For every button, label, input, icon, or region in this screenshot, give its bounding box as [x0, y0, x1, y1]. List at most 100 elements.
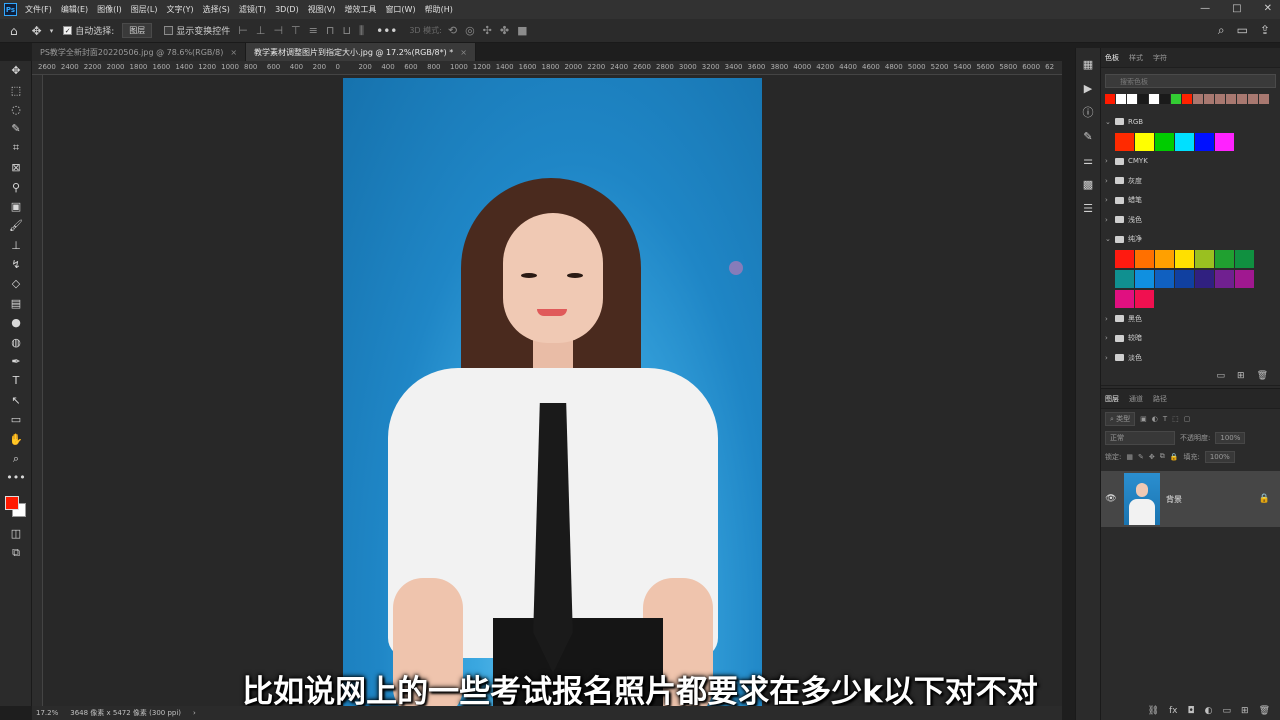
chevron-right-icon[interactable]: ›	[1105, 157, 1111, 165]
lasso-tool-icon[interactable]: ◌	[0, 100, 32, 119]
delete-icon[interactable]: 🗑	[1257, 371, 1268, 381]
swatch[interactable]	[1226, 94, 1236, 104]
swatch[interactable]	[1127, 94, 1137, 104]
workspace-icon[interactable]: ▭	[1237, 23, 1248, 38]
brush-tool-icon[interactable]: 🖌	[0, 216, 32, 235]
color-swatches[interactable]	[0, 488, 32, 524]
chevron-down-icon[interactable]: ▾	[50, 27, 54, 35]
eraser-tool-icon[interactable]: ◇	[0, 274, 32, 293]
swatch[interactable]	[1116, 94, 1126, 104]
new-layer-icon[interactable]: ⊞	[1241, 706, 1249, 716]
filter-shape-icon[interactable]: ⬚	[1172, 415, 1179, 423]
move-tool-icon[interactable]: ✥	[0, 61, 32, 80]
play-icon[interactable]: ▶	[1076, 76, 1100, 100]
status-arrow-icon[interactable]: ›	[193, 709, 196, 717]
healing-brush-icon[interactable]: ▣	[0, 197, 32, 216]
menu-image[interactable]: 图像(I)	[97, 4, 122, 15]
swatch[interactable]	[1115, 132, 1134, 151]
chevron-down-icon[interactable]: ⌄	[1105, 235, 1111, 243]
type-tool-icon[interactable]: T	[0, 371, 32, 390]
swatch[interactable]	[1259, 94, 1269, 104]
history-icon[interactable]: ▦	[1076, 52, 1100, 76]
lock-pixels-icon[interactable]: ▦	[1126, 453, 1133, 461]
swatch[interactable]	[1155, 132, 1174, 151]
menu-filter[interactable]: 滤镜(T)	[239, 4, 266, 15]
chevron-down-icon[interactable]: ⌄	[1105, 118, 1111, 126]
crop-tool-icon[interactable]: ⌗	[0, 139, 32, 158]
swatch[interactable]	[1115, 270, 1134, 288]
slide-icon[interactable]: ✤	[500, 24, 509, 37]
zoom-tool-icon[interactable]: ⌕	[0, 449, 32, 468]
swatch-group-folder[interactable]: › 黑色	[1101, 309, 1280, 329]
swatch[interactable]	[1237, 94, 1247, 104]
dodge-tool-icon[interactable]: ◍	[0, 332, 32, 351]
tab-styles[interactable]: 样式	[1129, 53, 1143, 63]
rectangle-tool-icon[interactable]: ▭	[0, 410, 32, 429]
chevron-right-icon[interactable]: ›	[1105, 177, 1111, 185]
swatch-group-folder[interactable]: › 浅色	[1101, 210, 1280, 230]
swatch[interactable]	[1115, 290, 1134, 308]
roll-icon[interactable]: ◎	[465, 24, 475, 37]
pen-tool-icon[interactable]: ✒	[0, 352, 32, 371]
swatch[interactable]	[1204, 94, 1214, 104]
chevron-right-icon[interactable]: ›	[1105, 315, 1111, 323]
swatch[interactable]	[1235, 250, 1254, 268]
properties-icon[interactable]: ☰	[1076, 196, 1100, 220]
swatch[interactable]	[1135, 250, 1154, 268]
swatch-group-folder[interactable]: ⌄ 纯净	[1101, 230, 1280, 250]
close-button[interactable]: ✕	[1264, 3, 1272, 14]
pan-icon[interactable]: ✣	[483, 24, 492, 37]
lock-artboard-icon[interactable]: ⧉	[1160, 452, 1165, 461]
swatch-group-folder[interactable]: › 蜡笔	[1101, 191, 1280, 211]
hand-tool-icon[interactable]: ✋	[0, 429, 32, 448]
lock-paint-icon[interactable]: ✎	[1138, 453, 1144, 461]
libraries-icon[interactable]: ▩	[1076, 172, 1100, 196]
new-swatch-icon[interactable]: ⊞	[1237, 371, 1245, 381]
swatch[interactable]	[1135, 270, 1154, 288]
swatch[interactable]	[1149, 94, 1159, 104]
swatch[interactable]	[1105, 94, 1115, 104]
swatch[interactable]	[1175, 250, 1194, 268]
info-icon[interactable]: ⓘ	[1076, 100, 1100, 124]
quick-select-tool-icon[interactable]: ✎	[0, 119, 32, 138]
minimize-button[interactable]: —	[1200, 3, 1210, 14]
swatch-group-folder[interactable]: › CMYK	[1101, 152, 1280, 172]
align-center-icon[interactable]: ⊥	[256, 24, 266, 38]
menu-plugins[interactable]: 增效工具	[344, 4, 376, 15]
mask-icon[interactable]: ◘	[1188, 706, 1195, 716]
swatch-search-input[interactable]: 搜索色板	[1105, 74, 1276, 88]
swatch[interactable]	[1215, 250, 1234, 268]
swatch[interactable]	[1171, 94, 1181, 104]
tab-swatches[interactable]: 色板	[1105, 53, 1119, 63]
swatch[interactable]	[1248, 94, 1258, 104]
marquee-tool-icon[interactable]: ⬚	[0, 80, 32, 99]
menu-file[interactable]: 文件(F)	[25, 4, 52, 15]
chevron-right-icon[interactable]: ›	[1105, 196, 1111, 204]
menu-view[interactable]: 视图(V)	[308, 4, 336, 15]
layer-filter-dropdown[interactable]: ⌕ 类型	[1105, 411, 1136, 426]
swatch[interactable]	[1193, 94, 1203, 104]
tab-close-icon[interactable]: ×	[460, 48, 467, 57]
camera-icon[interactable]: ■	[517, 24, 527, 37]
filter-type-icon[interactable]: T	[1163, 415, 1167, 423]
chevron-right-icon[interactable]: ›	[1105, 354, 1111, 362]
more-tools-icon[interactable]: •••	[0, 468, 32, 487]
swatch[interactable]	[1135, 132, 1154, 151]
more-options-icon[interactable]: •••	[376, 24, 397, 38]
align-bottom-icon[interactable]: ⊔	[342, 24, 351, 38]
lock-all-icon[interactable]: 🔒	[1170, 453, 1179, 461]
orbit-icon[interactable]: ⟲	[448, 24, 457, 37]
swatch[interactable]	[1215, 270, 1234, 288]
align-top-icon[interactable]: ⊤	[291, 24, 301, 38]
tab-character[interactable]: 字符	[1153, 53, 1167, 63]
history-brush-icon[interactable]: ↯	[0, 255, 32, 274]
foreground-color[interactable]	[5, 495, 19, 510]
tab-paths[interactable]: 路径	[1153, 394, 1167, 404]
swatch[interactable]	[1155, 270, 1174, 288]
path-select-icon[interactable]: ↖	[0, 391, 32, 410]
fx-icon[interactable]: fx	[1169, 706, 1178, 716]
swatch[interactable]	[1235, 270, 1254, 288]
share-icon[interactable]: ⇪	[1260, 23, 1270, 38]
chevron-right-icon[interactable]: ›	[1105, 334, 1111, 342]
swatch[interactable]	[1175, 270, 1194, 288]
